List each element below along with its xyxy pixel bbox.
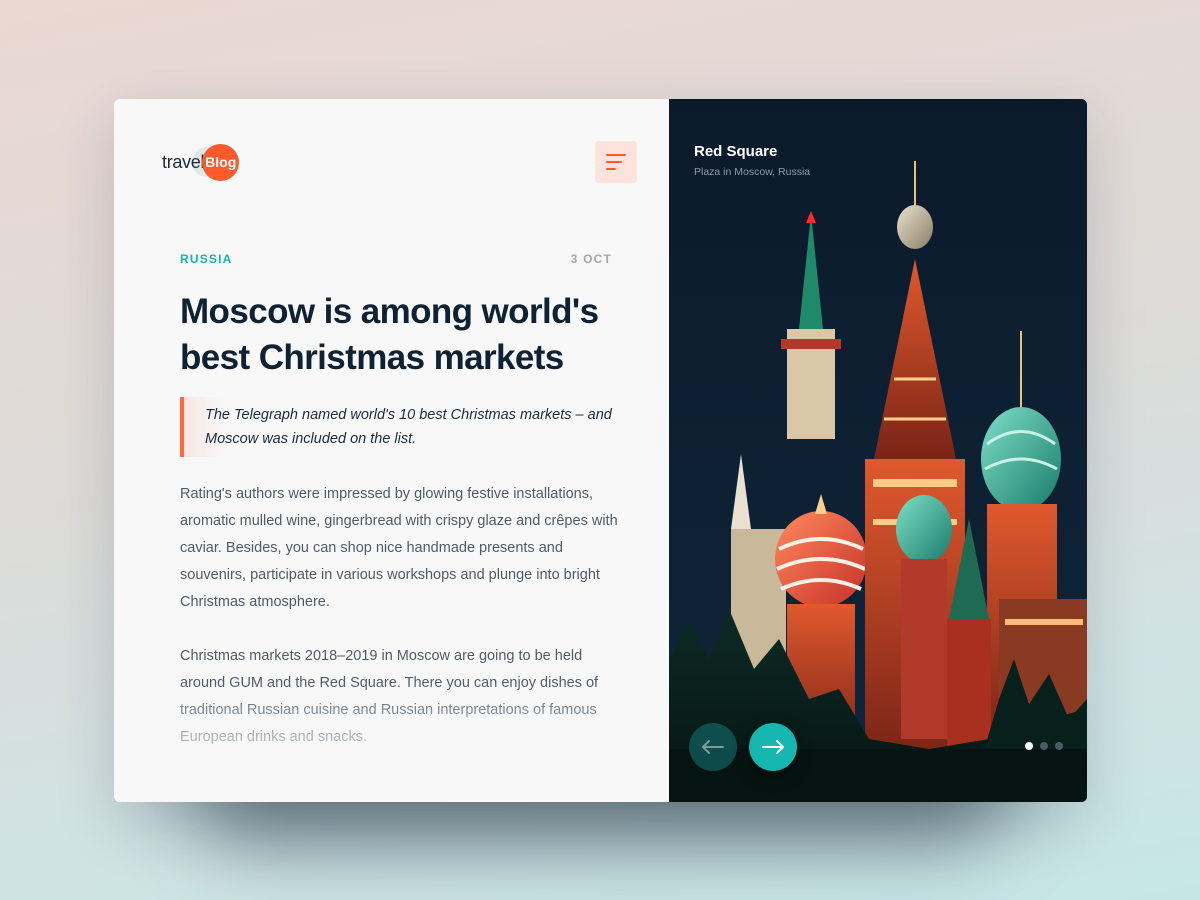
- blog-card: travel Blog RUSSIA 3 OCT Moscow is among…: [114, 99, 1087, 802]
- article-title: Moscow is among world's best Christmas m…: [180, 292, 599, 377]
- slide-dot[interactable]: [1040, 742, 1048, 750]
- logo-badge: Blog: [202, 143, 240, 181]
- article-quote: The Telegraph named world's 10 best Chri…: [180, 397, 620, 457]
- next-slide-button[interactable]: [749, 723, 797, 771]
- hamburger-menu-icon: [606, 154, 626, 156]
- travel-blog-logo[interactable]: travel Blog: [162, 142, 240, 182]
- article-category[interactable]: RUSSIA: [180, 252, 233, 266]
- article-date: 3 OCT: [570, 252, 612, 266]
- gallery-subtitle: Plaza in Moscow, Russia: [694, 166, 811, 178]
- arrow-left-icon: [702, 740, 724, 754]
- slide-dot[interactable]: [1025, 742, 1033, 750]
- slide-dot[interactable]: [1055, 742, 1063, 750]
- article-paragraph: Rating's authors were impressed by glowi…: [180, 486, 618, 610]
- article-paragraph: Christmas markets 2018–2019 in Moscow ar…: [180, 648, 599, 745]
- cathedral-photo: [669, 99, 1087, 802]
- menu-button[interactable]: [595, 141, 637, 183]
- hamburger-menu-icon-line: [606, 168, 616, 170]
- logo-word: travel: [162, 151, 205, 172]
- slide-indicator: [1025, 742, 1063, 750]
- gallery-title: Red Square: [694, 143, 778, 160]
- gallery-panel: Red Square Plaza in Moscow, Russia: [669, 99, 1087, 802]
- arrow-right-icon: [762, 740, 784, 754]
- previous-slide-button[interactable]: [689, 723, 737, 771]
- article-panel: travel Blog RUSSIA 3 OCT Moscow is among…: [114, 99, 669, 802]
- hamburger-menu-icon-line: [606, 161, 622, 163]
